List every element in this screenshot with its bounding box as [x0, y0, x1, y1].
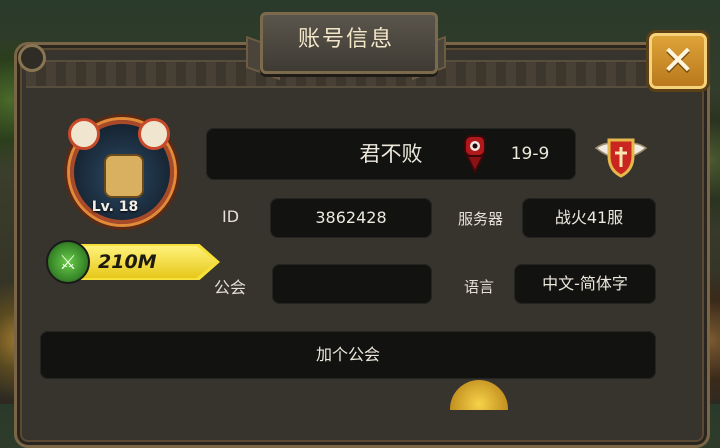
crossed-swords-icon: ⚔ [46, 240, 90, 284]
avatar-frame-ornament-right [138, 118, 170, 150]
close-icon: ✕ [661, 38, 695, 84]
server-field[interactable]: 战火41服 [522, 198, 656, 238]
language-field[interactable]: 中文-简体字 [514, 264, 656, 304]
winged-shield-badge-icon[interactable] [594, 134, 648, 178]
server-label: 服务器 [458, 210, 504, 228]
guild-label: 公会 [214, 278, 247, 297]
rank-emblem-icon [464, 135, 486, 174]
close-button[interactable]: ✕ [646, 30, 710, 92]
language-label: 语言 [464, 278, 495, 296]
power-value: 210M [98, 251, 157, 273]
avatar-portrait [104, 154, 144, 198]
id-label: ID [222, 207, 240, 226]
guild-field[interactable] [272, 264, 432, 304]
player-level: Lv. 18 [91, 199, 139, 215]
title-banner: 账号信息 [246, 12, 446, 81]
join-guild-button[interactable]: 加个公会 [40, 331, 656, 379]
avatar-frame-ornament-left [68, 118, 100, 150]
rank-value: 19-9 [510, 144, 550, 164]
player-name: 君不败 [359, 142, 423, 166]
power-indicator: ⚔ 210M [46, 240, 220, 284]
page-title: 账号信息 [297, 27, 394, 52]
id-field[interactable]: 3862428 [270, 198, 432, 238]
corner-ornament [18, 44, 46, 72]
